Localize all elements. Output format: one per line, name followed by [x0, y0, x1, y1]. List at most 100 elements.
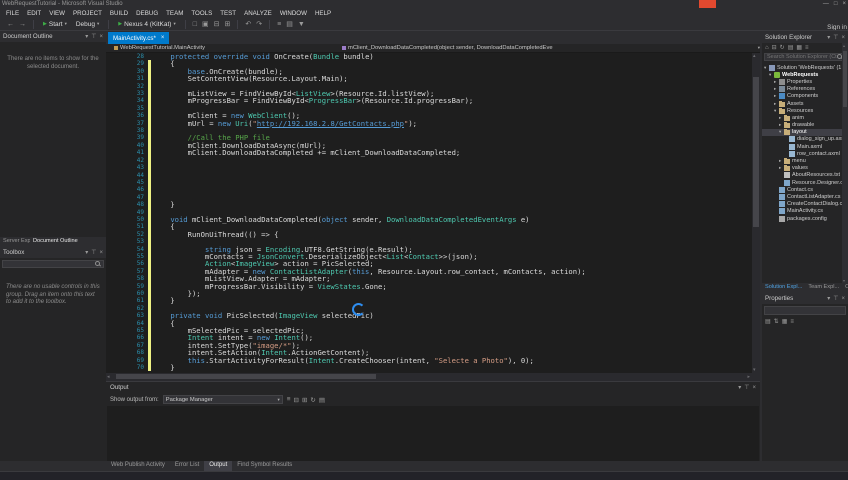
refresh-icon[interactable]: ↻ [780, 44, 785, 51]
tree-item-resources[interactable]: ▾ Resources [762, 107, 848, 114]
tree-item-drawable[interactable]: ▸ drawable [762, 122, 848, 129]
close-icon[interactable]: × [841, 296, 845, 302]
scroll-right-icon[interactable]: ▸ [747, 374, 750, 380]
pin-icon[interactable]: ⊤ [833, 296, 838, 302]
dock-tab-server-explorer[interactable]: Server Explorer [0, 237, 30, 247]
close-icon[interactable]: × [841, 35, 845, 41]
start-debug-button[interactable]: ▶ Start ▾ [40, 21, 70, 28]
tree-item-properties[interactable]: ▸ Properties [762, 78, 848, 85]
object-selector-dropdown[interactable] [764, 306, 846, 315]
scrollbar-thumb[interactable] [843, 51, 847, 107]
window-position-icon[interactable]: ▾ [827, 296, 830, 302]
tree-item-values[interactable]: ▸ values [762, 165, 848, 172]
tree-item-layout[interactable]: ▾ layout [762, 128, 848, 136]
dock-tab-document-outline[interactable]: Document Outline [30, 237, 81, 247]
vertical-scrollbar[interactable]: ▴ ▾ [842, 43, 848, 283]
toolbox-search-input[interactable] [5, 261, 95, 267]
save-icon[interactable]: ⊟ [213, 21, 221, 28]
solution-explorer-search-input[interactable] [767, 54, 837, 60]
tab-mainactivity-cs[interactable]: MainActivity.cs* × [108, 32, 170, 44]
close-button[interactable]: × [842, 1, 846, 7]
breadcrumb-member-dropdown[interactable]: mClient_DownloadDataCompleted(object sen… [338, 45, 760, 51]
maximize-button[interactable]: □ [834, 1, 838, 7]
tree-item-row-contact-axml[interactable]: row_contact.axml [762, 150, 848, 157]
pin-icon[interactable]: ⊤ [833, 35, 838, 41]
tree-item-aboutresources-txt[interactable]: AboutResources.txt [762, 172, 848, 179]
code-editor[interactable]: 28 protected override void OnCreate(Bund… [106, 53, 760, 373]
redo-icon[interactable]: ↷ [255, 21, 263, 28]
scroll-up-icon[interactable]: ▴ [753, 53, 756, 59]
properties-icon[interactable]: ≡ [805, 45, 809, 51]
categorized-icon[interactable]: ▤ [765, 318, 771, 325]
menu-edit[interactable]: EDIT [23, 9, 45, 18]
close-icon[interactable]: × [99, 250, 103, 256]
panel-tab-output[interactable]: Output [204, 461, 233, 471]
view-code-icon[interactable]: ▦ [796, 44, 802, 51]
tree-item-dialog-sign-up-axml[interactable]: dialog_sign_up.axml [762, 136, 848, 143]
solution-explorer-search-box[interactable] [764, 53, 846, 61]
menu-team[interactable]: TEAM [162, 9, 187, 18]
tool-tab-team-expl[interactable]: Team Expl... [805, 283, 842, 293]
menu-file[interactable]: FILE [2, 9, 23, 18]
window-position-icon[interactable]: ▾ [85, 250, 88, 256]
menu-project[interactable]: PROJECT [69, 9, 106, 18]
clear-all-icon[interactable]: ↻ [310, 396, 315, 404]
tree-item-packages-config[interactable]: packages.config [762, 215, 848, 222]
collapse-all-icon[interactable]: ⊟ [772, 44, 777, 51]
tree-item-contact-cs[interactable]: Contact.cs [762, 186, 848, 193]
menu-test[interactable]: TEST [216, 9, 240, 18]
solution-configuration-dropdown[interactable]: Debug ▾ [73, 21, 102, 28]
tree-item-anim[interactable]: ▸ anim [762, 114, 848, 121]
close-icon[interactable]: × [752, 385, 756, 391]
word-wrap-icon[interactable]: ▤ [319, 396, 325, 404]
window-position-icon[interactable]: ▾ [738, 385, 741, 391]
tree-item-resource-designer-cs[interactable]: Resource.Designer.cs [762, 179, 848, 186]
properties-icon[interactable]: ▦ [782, 318, 788, 325]
tool-tab-solution-expl[interactable]: Solution Expl... [762, 283, 805, 293]
menu-tools[interactable]: TOOLS [187, 9, 216, 18]
vertical-scrollbar[interactable]: ▴ ▾ [752, 53, 760, 373]
window-position-icon[interactable]: ▾ [85, 34, 88, 40]
menu-window[interactable]: WINDOW [276, 9, 311, 18]
horizontal-scrollbar[interactable]: ◂ ▸ [106, 373, 760, 381]
menu-analyze[interactable]: ANALYZE [240, 9, 276, 18]
menu-view[interactable]: VIEW [45, 9, 69, 18]
tree-item-menu[interactable]: ▸ menu [762, 157, 848, 165]
tree-item-mainactivity-cs[interactable]: MainActivity.cs [762, 208, 848, 215]
tool-tab-cla[interactable]: Cla... [842, 283, 848, 293]
pin-icon[interactable]: ⊤ [91, 34, 96, 40]
more-options-icon[interactable]: ▼ [297, 21, 306, 28]
scroll-down-icon[interactable]: ▾ [843, 278, 845, 283]
output-source-dropdown[interactable]: Package Manager ▾ [162, 395, 283, 404]
tree-item-references[interactable]: ▸ References [762, 86, 848, 93]
scrollbar-thumb[interactable] [116, 374, 376, 379]
open-file-icon[interactable]: ▣ [201, 21, 210, 28]
save-all-icon[interactable]: ⊞ [223, 21, 231, 28]
collapse-icon[interactable]: ⊟ [294, 396, 299, 404]
scrollbar-thumb[interactable] [753, 77, 759, 227]
close-icon[interactable]: × [161, 35, 165, 41]
new-project-icon[interactable]: □ [192, 21, 198, 28]
uncomment-icon[interactable]: ▤ [285, 21, 294, 28]
navigate-back-icon[interactable]: ← [6, 21, 15, 28]
close-icon[interactable]: × [99, 34, 103, 40]
tree-item-assets[interactable]: ▸ Assets [762, 100, 848, 107]
breadcrumb-class-dropdown[interactable]: WebRequestTutorial.MainActivity [106, 45, 338, 51]
menu-debug[interactable]: DEBUG [132, 9, 162, 18]
events-icon[interactable]: ≡ [790, 319, 794, 325]
panel-tab-find-symbol-results[interactable]: Find Symbol Results [232, 461, 297, 471]
tree-item-components[interactable]: ▸ Components [762, 93, 848, 100]
tree-item-contactlistadapter-cs[interactable]: ContactListAdapter.cs [762, 193, 848, 200]
panel-tab-error-list[interactable]: Error List [170, 461, 204, 471]
scroll-left-icon[interactable]: ◂ [107, 374, 110, 380]
device-target-dropdown[interactable]: ▶ Nexus 4 (KitKat) ▾ [115, 21, 178, 28]
tree-item-createcontactdialog-cs[interactable]: CreateContactDialog.cs [762, 201, 848, 208]
scroll-up-icon[interactable]: ▴ [843, 43, 845, 48]
window-position-icon[interactable]: ▾ [827, 35, 830, 41]
pin-icon[interactable]: ⊤ [91, 250, 96, 256]
pin-icon[interactable]: ⊤ [744, 385, 749, 391]
output-content[interactable] [107, 406, 759, 461]
expand-icon[interactable]: ⊞ [302, 396, 307, 404]
minimize-button[interactable]: — [823, 1, 829, 7]
tree-item-main-axml[interactable]: Main.axml [762, 143, 848, 150]
